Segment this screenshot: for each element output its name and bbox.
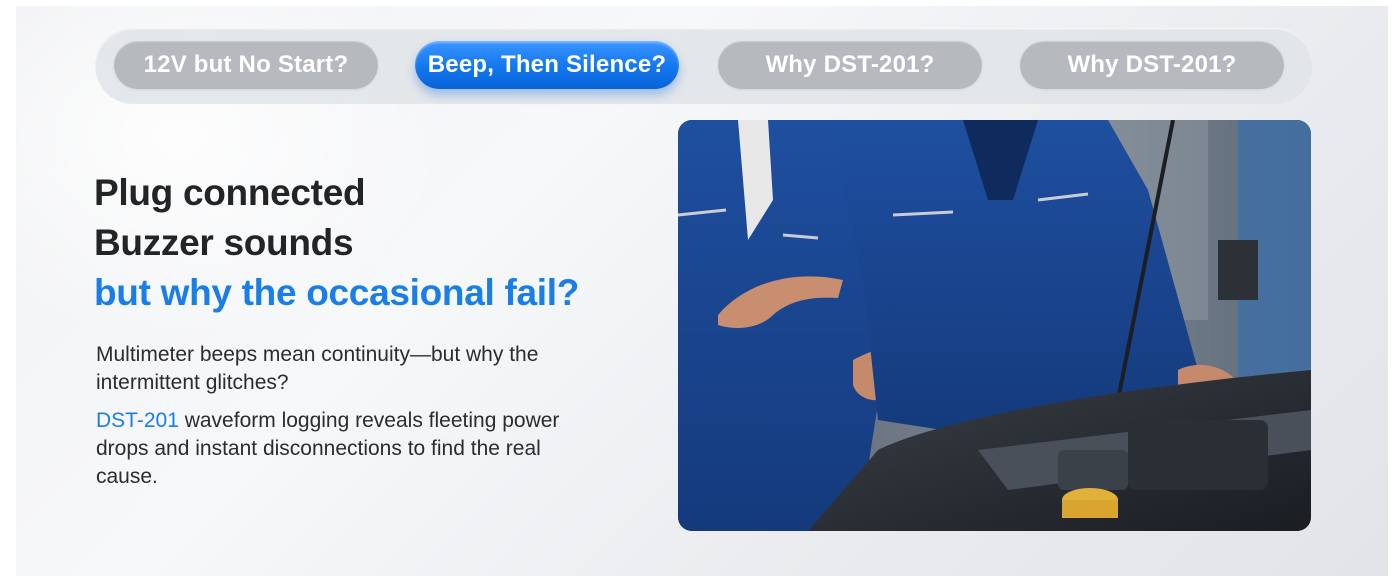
mechanics-photo xyxy=(678,120,1311,531)
tab-why-dst-201-second[interactable]: Why DST-201? xyxy=(1020,41,1284,89)
body-paragraph-2: DST-201 waveform logging reveals fleetin… xyxy=(96,407,566,491)
body-paragraph-1: Multimeter beeps mean continuity—but why… xyxy=(96,343,539,394)
tab-12v-no-start[interactable]: 12V but No Start? xyxy=(114,41,378,89)
hero-panel: 12V but No Start? Beep, Then Silence? Wh… xyxy=(16,6,1388,576)
mechanics-illustration xyxy=(678,120,1311,531)
tab-why-dst-201[interactable]: Why DST-201? xyxy=(718,41,982,89)
body-copy: Multimeter beeps mean continuity—but why… xyxy=(96,341,566,501)
brand-name: DST-201 xyxy=(96,409,179,432)
headline-accent-line: but why the occasional fail? xyxy=(94,272,580,313)
tab-beep-then-silence[interactable]: Beep, Then Silence? xyxy=(415,41,679,89)
tab-bar: 12V but No Start? Beep, Then Silence? Wh… xyxy=(95,28,1313,104)
headline-line-2: Buzzer sounds xyxy=(94,222,354,263)
headline: Plug connected Buzzer sounds but why the… xyxy=(94,168,579,318)
headline-line-1: Plug connected xyxy=(94,172,366,213)
